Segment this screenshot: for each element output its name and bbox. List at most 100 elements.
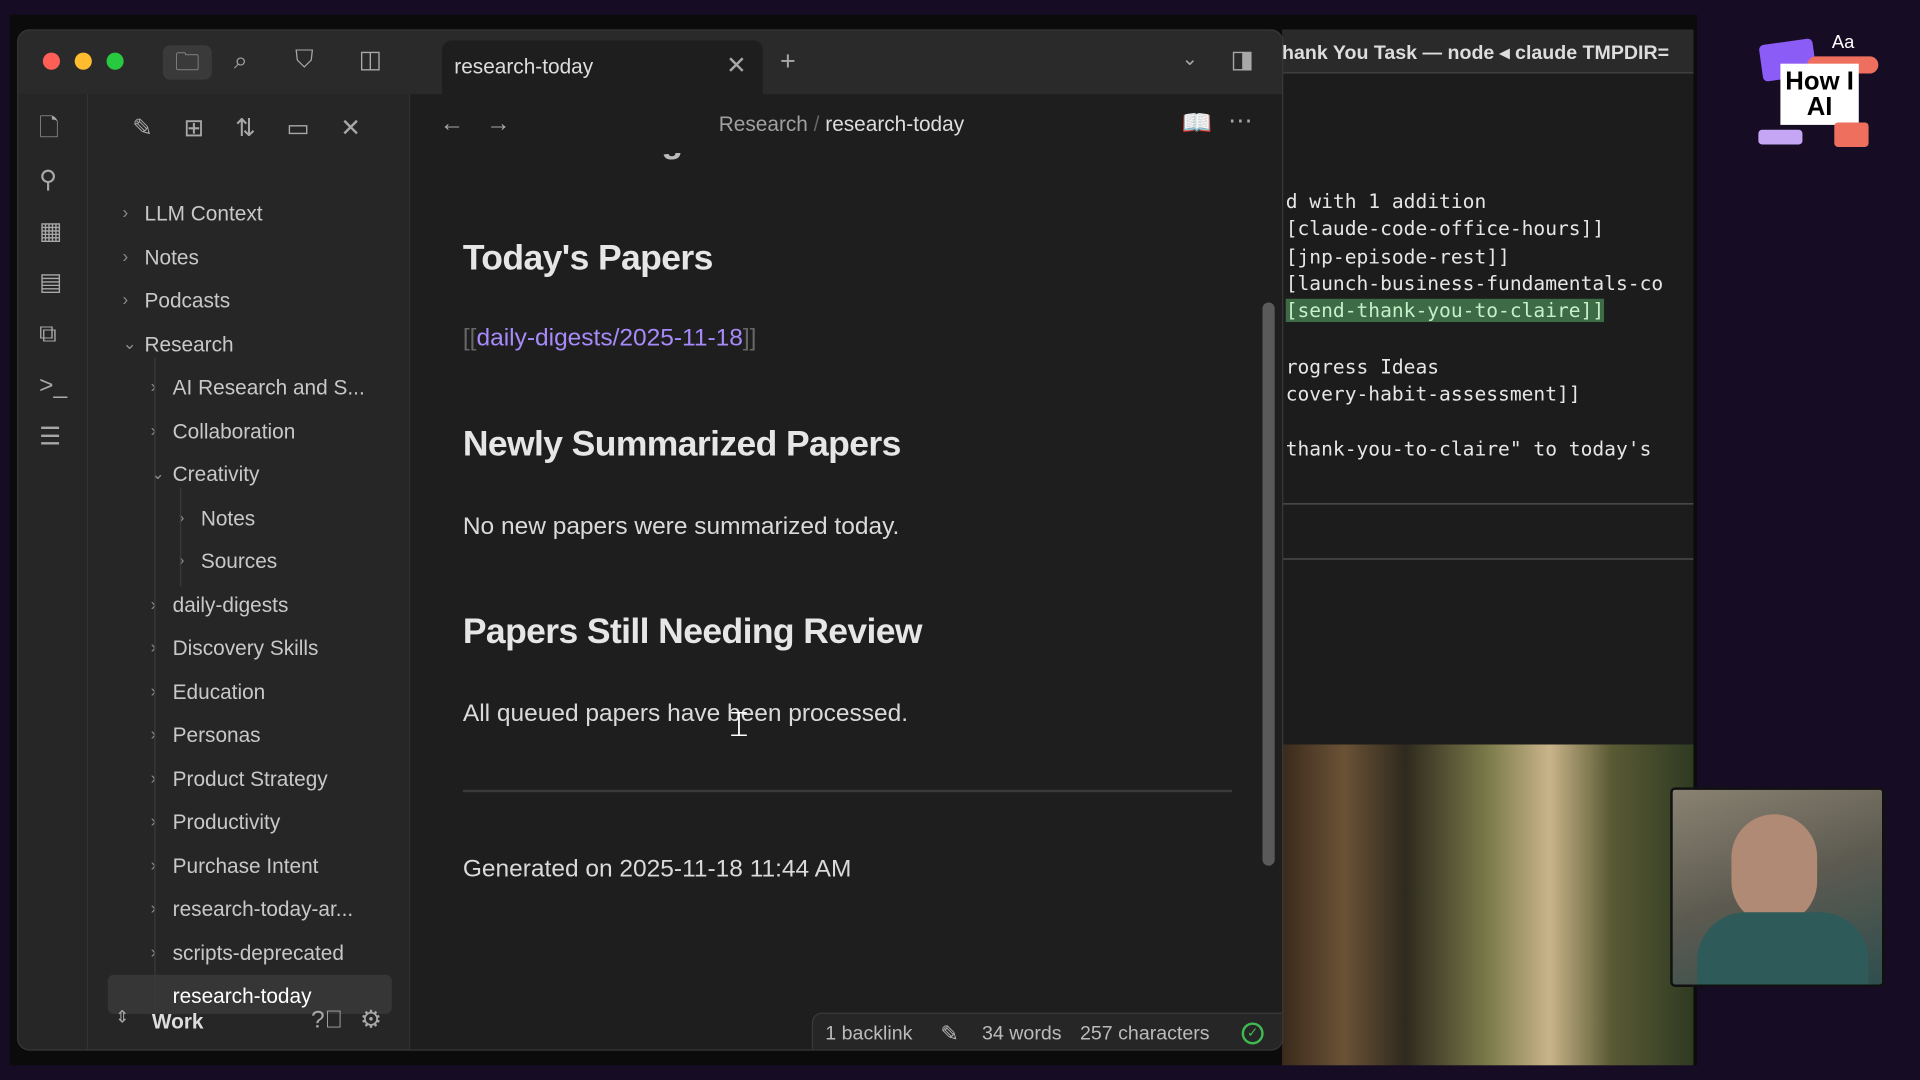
sidebar-toggle-icon[interactable]: ◫: [359, 48, 382, 72]
link-bracket: [[: [462, 324, 477, 352]
canvas-icon[interactable]: ▦: [39, 219, 62, 243]
generated-timestamp: Generated on 2025-11-18 11:44 AM: [462, 855, 852, 883]
tree-item-label: Discovery Skills: [172, 636, 319, 661]
forward-arrow-icon[interactable]: →: [486, 111, 510, 135]
maximize-window-button[interactable]: [106, 52, 124, 70]
back-arrow-icon[interactable]: ←: [440, 111, 464, 135]
tree-item-label: Productivity: [172, 810, 281, 834]
edit-pencil-icon[interactable]: ✎: [940, 1021, 958, 1047]
folder-icon[interactable]: 🗀: [162, 45, 212, 80]
terminal-window[interactable]: hank You Task — node ◂ claude TMPDIR= d …: [1282, 29, 1694, 745]
graph-icon[interactable]: ⚲: [39, 168, 57, 192]
tree-item-label: Product Strategy: [172, 767, 328, 791]
tree-item-label: Creativity: [172, 462, 260, 487]
minimize-window-button[interactable]: [74, 52, 92, 70]
note-title: Research Digest - 2025-11-18: [463, 153, 936, 162]
heading-needing-review: Papers Still Needing Review: [462, 612, 923, 652]
close-window-button[interactable]: [42, 52, 61, 70]
chevron-down-icon[interactable]: ⌄: [122, 332, 136, 353]
indent-guide: [154, 356, 156, 1022]
chevron-down-icon[interactable]: ⌄: [1182, 50, 1198, 70]
backlink-count[interactable]: 1 backlink: [825, 1024, 912, 1046]
more-options-icon[interactable]: ⋯: [1228, 109, 1252, 133]
heading-todays-papers: Today's Papers: [462, 238, 713, 278]
collapse-view-icon[interactable]: ▭: [287, 116, 310, 140]
tree-item-label: Collaboration: [172, 419, 296, 443]
chevron-right-icon[interactable]: ›: [122, 202, 128, 222]
vault-name: Work: [151, 1010, 204, 1034]
chevron-right-icon[interactable]: ›: [122, 246, 128, 266]
horizontal-rule: [462, 789, 1232, 793]
terminal-titlebar: hank You Task — node ◂ claude TMPDIR=: [1282, 29, 1694, 74]
list-icon[interactable]: ☰: [39, 425, 61, 449]
note-body: Research Digest - 2025-11-18 Today's Pap…: [410, 153, 1267, 1049]
tree-item-label: Notes: [200, 506, 256, 530]
tree-item-label: Sources: [200, 549, 278, 574]
chevron-down-icon[interactable]: ⌄: [151, 463, 165, 484]
new-tab-icon[interactable]: +: [780, 47, 796, 75]
search-icon[interactable]: ⌕: [234, 49, 248, 73]
waveform-icon: [1758, 129, 1803, 145]
ribbon: 🗋 ⚲ ▦ ▤ ⧉ >_ ☰: [18, 94, 89, 1050]
new-note-icon[interactable]: ✎: [132, 116, 153, 140]
logo-badge: Aa: [1831, 31, 1855, 53]
terminal-divider: [1282, 558, 1694, 560]
terminal-divider: [1282, 503, 1694, 505]
tree-item-label: Podcasts: [144, 288, 231, 313]
text-cursor-icon: 𝙸: [726, 704, 753, 745]
terminal-line-highlighted: [send-thank-you-to-claire]]: [1285, 298, 1605, 323]
file-search-icon[interactable]: 🗋: [39, 116, 59, 140]
tree-item-label: research-today-ar...: [172, 897, 354, 921]
right-sidebar-toggle-icon[interactable]: ◨: [1231, 48, 1254, 72]
note-editor[interactable]: ← → Research / research-today 📖 ⋯ Resear…: [410, 94, 1283, 1050]
indent-guide: [180, 487, 182, 587]
obsidian-window: 🗀 ⌕ ⛉ ◫ research-today ✕ + ⌄ ◨ 🗋 ⚲ ▦ ▤ ⧉…: [17, 29, 1284, 1051]
terminal-title: hank You Task — node ◂ claude TMPDIR=: [1282, 42, 1670, 64]
close-tab-icon[interactable]: ✕: [726, 54, 747, 78]
tree-item-label: Personas: [172, 723, 261, 747]
logo-text: How I AI: [1780, 63, 1859, 125]
breadcrumb: Research / research-today: [719, 113, 964, 137]
bookmark-icon[interactable]: ⛉: [295, 48, 313, 72]
help-icon[interactable]: ?⃝: [311, 1008, 343, 1032]
vault-switcher[interactable]: ⇕ Work ?⃝ ⚙: [88, 996, 410, 1050]
new-folder-icon[interactable]: ⊞: [184, 116, 205, 140]
scrollbar[interactable]: [1262, 302, 1275, 866]
link-text[interactable]: daily-digests/2025-11-18: [476, 324, 742, 351]
terminal-line: covery-habit-assessment]]: [1285, 382, 1581, 406]
chevron-right-icon[interactable]: ›: [122, 289, 128, 309]
breadcrumb-separator: /: [813, 112, 820, 136]
character-count: 257 characters: [1080, 1023, 1210, 1045]
status-bar: 1 backlink ✎ 34 words 257 characters ✓: [811, 1012, 1283, 1050]
chevron-updown-icon: ⇕: [115, 1006, 130, 1027]
calendar-icon[interactable]: ▤: [39, 271, 62, 295]
tree-item-label: Notes: [144, 245, 199, 269]
tab-research-today[interactable]: research-today ✕: [442, 40, 763, 95]
collapse-all-icon[interactable]: ✕: [340, 116, 361, 140]
terminal-line: [claude-code-office-hours]]: [1285, 216, 1605, 241]
word-count: 34 words: [982, 1023, 1062, 1045]
tree-item-label: Education: [172, 680, 266, 704]
tree-item-label: AI Research and S...: [172, 375, 365, 400]
title-bar: 🗀 ⌕ ⛉ ◫ research-today ✕ + ⌄ ◨: [18, 30, 1283, 95]
tab-label: research-today: [454, 55, 594, 79]
breadcrumb-parent[interactable]: Research: [719, 113, 808, 136]
internal-link[interactable]: [[daily-digests/2025-11-18]]: [463, 324, 757, 352]
breadcrumb-current: research-today: [825, 112, 965, 136]
reading-view-icon[interactable]: 📖: [1182, 111, 1212, 135]
terminal-line: rogress Ideas: [1285, 355, 1440, 379]
terminal-line: [launch-business-fundamentals-co: [1285, 271, 1664, 296]
copy-icon[interactable]: ⧉: [39, 322, 56, 346]
presenter-body: [1697, 912, 1869, 985]
link-bracket: ]]: [742, 324, 757, 352]
settings-gear-icon[interactable]: ⚙: [360, 1008, 382, 1032]
presenter-face: [1731, 814, 1818, 925]
paragraph-new: No new papers were summarized today.: [462, 513, 900, 541]
terminal-icon[interactable]: >_: [39, 373, 67, 397]
sort-icon[interactable]: ⇅: [235, 116, 256, 140]
paragraph-review: All queued papers have been processed.: [462, 700, 909, 728]
how-i-ai-logo: Aa How I AI: [1758, 31, 1885, 152]
sync-check-icon[interactable]: ✓: [1241, 1022, 1264, 1045]
tree-item-label: scripts-deprecated: [172, 941, 344, 965]
tree-item-label: LLM Context: [144, 202, 263, 226]
